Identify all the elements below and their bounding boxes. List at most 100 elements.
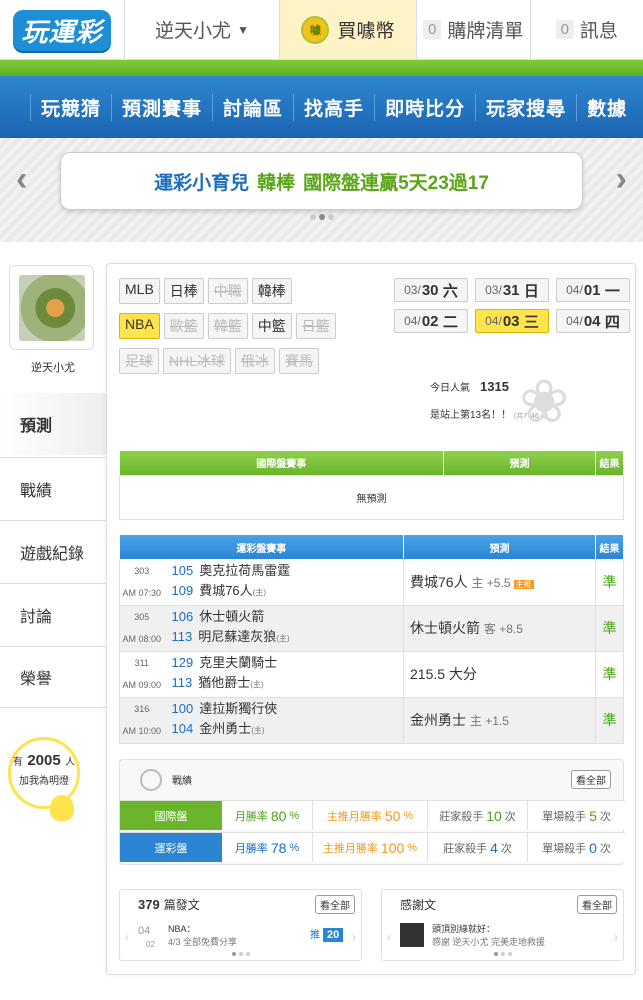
sidebar-item-honors[interactable]: 榮譽 xyxy=(0,646,106,708)
chevron-left-icon[interactable]: ‹ xyxy=(16,160,27,199)
chevron-right-icon[interactable]: › xyxy=(352,930,356,944)
thanks-title: 頭頂別綠就好： xyxy=(432,924,496,934)
date-weekday: 一 xyxy=(604,282,620,300)
table-row[interactable]: 316 AM 10:00 100 達拉斯獨行俠 104 金州勇士(主) 金州勇士 主 +… xyxy=(119,697,624,743)
nav-item[interactable]: 玩競猜 xyxy=(30,93,111,121)
main-label: 主推月勝率 xyxy=(326,810,382,823)
team-number: 100 xyxy=(171,701,194,716)
posts-count: 379 xyxy=(138,897,160,912)
nav-item[interactable]: 即時比分 xyxy=(374,93,475,121)
pct: % xyxy=(289,841,300,854)
main-nav: 玩競猜 預測賽事 討論區 找高手 即時比分 玩家搜尋 數據 xyxy=(0,76,643,138)
post-title: NBA： xyxy=(168,924,196,934)
thanks-item[interactable]: 頭頂別綠就好： 感謝 逆天小尤 完美走地救援 xyxy=(432,923,545,949)
date-button[interactable]: 03/31 日 xyxy=(475,278,549,302)
posts-view-all-button[interactable]: 看全部 xyxy=(315,895,355,914)
sport-tag[interactable]: 中職 xyxy=(207,278,248,304)
sport-tag[interactable]: 韓棒 xyxy=(251,278,292,304)
date-md: 04/ xyxy=(485,314,502,328)
col-header: 預測 xyxy=(403,535,596,559)
date-weekday: 二 xyxy=(442,313,458,331)
cart-button[interactable]: 0 購牌清單 xyxy=(417,0,531,59)
sidebar-item-record[interactable]: 戰績 xyxy=(0,457,106,519)
main-label: 主推月勝率 xyxy=(322,842,378,855)
nav-item[interactable]: 預測賽事 xyxy=(111,93,212,121)
date-md: 03/ xyxy=(485,283,502,297)
thanks-header: 感謝文 xyxy=(400,898,437,912)
main-pick-badge: 主推 xyxy=(513,579,534,589)
home-tag: (主) xyxy=(276,634,290,643)
chevron-left-icon[interactable]: ‹ xyxy=(387,930,391,944)
nav-item[interactable]: 玩家搜尋 xyxy=(475,93,576,121)
sidebar-item-predictions[interactable]: 預測 xyxy=(0,393,106,455)
table-row[interactable]: 303 AM 07:30 105 奧克拉荷馬雷霆 109 費城76人(主) 費城76人 … xyxy=(119,559,624,605)
sport-tag[interactable]: NHL冰球 xyxy=(163,348,232,374)
date-button[interactable]: 03/30 六 xyxy=(394,278,468,302)
game-id: 316 xyxy=(134,704,150,714)
push-label: 推 xyxy=(310,930,320,941)
fans-suffix: 人 xyxy=(65,757,76,768)
chevron-right-icon[interactable]: › xyxy=(616,160,627,199)
sport-tag[interactable]: 足球 xyxy=(119,348,159,374)
green-strip xyxy=(0,60,643,76)
game-id: 311 xyxy=(134,658,149,668)
stats-row-intl: 國際盤 月勝率 80% 主推月勝率 50% 莊家殺手 10 次 單場殺手 5 次 xyxy=(120,800,625,830)
banner-headline[interactable]: 運彩小育兒 韓棒 國際盤連贏5天23過17 xyxy=(60,152,583,210)
date-md: 03/ xyxy=(404,283,421,297)
banner-text: 國際盤連贏5天23過17 xyxy=(303,172,489,194)
killer-label: 莊家殺手 xyxy=(439,810,484,823)
date-button[interactable]: 04/04 四 xyxy=(556,309,630,333)
nav-item[interactable]: 數據 xyxy=(576,93,637,121)
date-button[interactable]: 04/02 二 xyxy=(394,309,468,333)
carousel-dots xyxy=(494,952,512,956)
col-header: 結果 xyxy=(595,451,624,475)
user-menu[interactable]: 逆天小尤 ▼ xyxy=(125,0,280,59)
chevron-right-icon[interactable]: › xyxy=(614,930,618,944)
team-number: 109 xyxy=(171,582,194,598)
sport-tag[interactable]: 俄冰 xyxy=(235,348,276,374)
sport-tag[interactable]: 日籃 xyxy=(295,313,336,339)
team-name: 克里夫蘭騎士 xyxy=(199,655,278,670)
stats-title: 戰績 xyxy=(172,776,192,787)
flower-decoration-icon: ❀ xyxy=(519,368,570,435)
col-header: 運彩盤賽事 xyxy=(119,535,404,559)
logo-text: 玩運彩 xyxy=(13,9,111,51)
sport-tag[interactable]: MLB xyxy=(119,278,160,304)
col-header: 結果 xyxy=(595,535,624,559)
main-value: 100 xyxy=(380,839,405,856)
date-button[interactable]: 04/01 一 xyxy=(556,278,630,302)
sport-tag[interactable]: 賽馬 xyxy=(279,348,320,374)
thanks-avatar xyxy=(400,923,424,947)
sport-tag-selected[interactable]: NBA xyxy=(119,313,160,339)
date-md: 04/ xyxy=(566,283,583,297)
lottery-predictions-table: 運彩盤賽事 預測 結果 303 AM 07:30 105 奧克拉荷馬雷霆 109 費城76人… xyxy=(119,535,624,744)
nav-item[interactable]: 找高手 xyxy=(293,93,374,121)
date-button-selected[interactable]: 04/03 三 xyxy=(475,309,549,333)
sport-tag[interactable]: 歐籃 xyxy=(163,313,204,339)
site-logo[interactable]: 玩運彩 xyxy=(0,0,125,60)
team-number: 129 xyxy=(171,655,194,670)
table-row[interactable]: 311 AM 09:00 129 克里夫蘭騎士 113 猶他爵士(主) 215.5 大分… xyxy=(119,651,624,697)
fans-prefix: 有 xyxy=(12,757,23,768)
popularity-label: 今日人氣 xyxy=(430,383,470,394)
avatar[interactable] xyxy=(9,265,94,350)
prediction-line: 主 +5.5 xyxy=(471,575,511,590)
messages-button[interactable]: 0 訊息 xyxy=(531,0,643,59)
stats-view-all-button[interactable]: 看全部 xyxy=(571,770,611,789)
sport-tag[interactable]: 中籃 xyxy=(251,313,292,339)
sidebar-item-discussion[interactable]: 討論 xyxy=(0,583,106,645)
prediction: 215.5 大分 xyxy=(410,666,477,682)
home-tag: (主) xyxy=(251,726,265,735)
table-row[interactable]: 305 AM 08:00 106 休士頓火箭 113 明尼蘇達灰狼(主) 休士頓火箭 客… xyxy=(119,605,624,651)
sidebar-item-game-history[interactable]: 遊戲紀錄 xyxy=(0,520,106,582)
month-label: 月勝率 xyxy=(234,810,268,823)
coin-icon: 噱 xyxy=(301,15,330,44)
nav-item[interactable]: 討論區 xyxy=(212,93,293,121)
thanks-view-all-button[interactable]: 看全部 xyxy=(577,895,617,914)
sport-tag[interactable]: 日棒 xyxy=(163,278,204,304)
post-item[interactable]: NBA： 4/3 全部免費分享 xyxy=(168,923,237,949)
sport-tag[interactable]: 韓籃 xyxy=(207,313,248,339)
buy-coin-button[interactable]: 噱買噱幣 xyxy=(280,0,417,59)
chevron-left-icon[interactable]: ‹ xyxy=(125,930,129,944)
post-day: 02 xyxy=(146,940,155,949)
